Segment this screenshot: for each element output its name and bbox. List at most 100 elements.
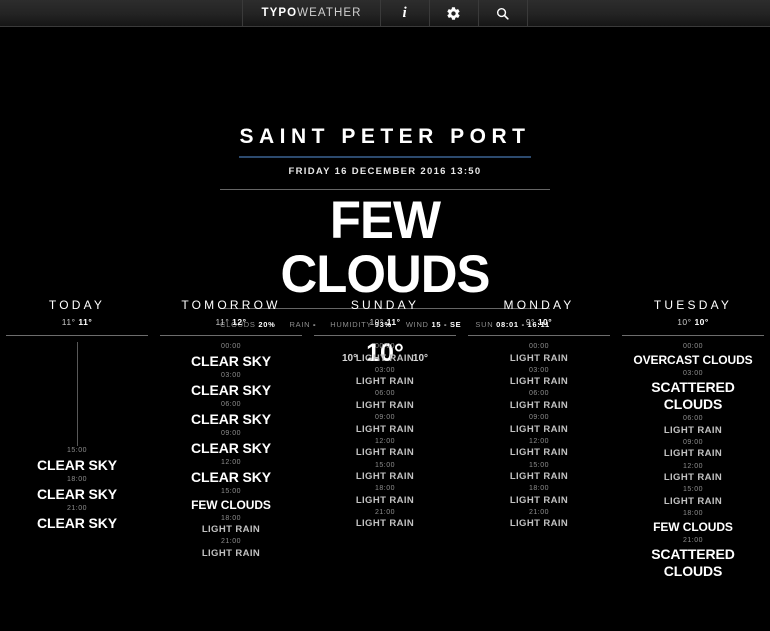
forecast-slot[interactable]: 00:00 LIGHT RAIN xyxy=(314,342,456,364)
forecast-slot-condition: CLEAR SKY xyxy=(191,381,271,398)
forecast-slot[interactable]: 09:00 LIGHT RAIN xyxy=(622,438,764,460)
forecast-day-temps: 10° 10° xyxy=(622,317,764,327)
forecast-slot[interactable]: 06:00 LIGHT RAIN xyxy=(314,389,456,411)
forecast-day-low: 9° xyxy=(525,317,535,327)
forecast-slot-time: 18:00 xyxy=(66,476,88,484)
forecast-slot[interactable]: 03:00 CLEAR SKY xyxy=(160,371,302,398)
forecast-slot-time: 12:00 xyxy=(682,462,704,470)
forecast-column-tomorrow[interactable]: TOMORROW 11° 12° 00:00 CLEAR SKY 03:00 CLEAR … xyxy=(154,298,308,581)
forecast-slot-condition: LIGHT RAIN xyxy=(355,352,415,364)
forecast-slot[interactable]: 15:00 LIGHT RAIN xyxy=(314,461,456,483)
forecast-slot-time: 12:00 xyxy=(374,437,396,445)
forecast-slot-condition: LIGHT RAIN xyxy=(355,518,415,530)
forecast-slot-time: 18:00 xyxy=(374,485,396,493)
forecast-day-name: TODAY xyxy=(48,298,106,312)
forecast-slot-condition: SCATTERED CLOUDS xyxy=(651,546,735,579)
forecast-slot[interactable]: 03:00 SCATTERED CLOUDS xyxy=(622,369,764,413)
forecast-slot-time: 12:00 xyxy=(220,459,242,467)
forecast-day-name: SUNDAY xyxy=(350,298,420,312)
forecast-day-high: 11° xyxy=(78,317,93,327)
forecast-slot[interactable]: 03:00 LIGHT RAIN xyxy=(314,366,456,388)
forecast-column-tuesday[interactable]: TUESDAY 10° 10° 00:00 OVERCAST CLOUDS 03:00 S… xyxy=(616,298,770,581)
forecast-slot-condition: LIGHT RAIN xyxy=(355,423,415,435)
forecast-slot-condition: LIGHT RAIN xyxy=(355,376,415,388)
forecast-column-today[interactable]: TODAY 11° 11° 15:00 CLEAR SKY 18:00 CLEAR SKY… xyxy=(0,298,154,581)
forecast-slot[interactable]: 03:00 LIGHT RAIN xyxy=(468,366,610,388)
forecast-slot[interactable]: 09:00 LIGHT RAIN xyxy=(468,413,610,435)
info-button[interactable]: i xyxy=(381,0,430,26)
forecast-slot-condition: OVERCAST CLOUDS xyxy=(633,352,753,367)
forecast-slot[interactable]: 09:00 CLEAR SKY xyxy=(160,429,302,456)
forecast-slot-time: 21:00 xyxy=(66,505,88,513)
forecast-slot-condition: LIGHT RAIN xyxy=(201,547,261,559)
current-condition: FEW CLOUDS xyxy=(280,191,490,305)
forecast-slot-time: 03:00 xyxy=(220,372,242,380)
forecast-slot[interactable]: 12:00 LIGHT RAIN xyxy=(314,437,456,459)
forecast-slot[interactable]: 18:00 LIGHT RAIN xyxy=(160,514,302,536)
forecast-slot[interactable]: 18:00 CLEAR SKY xyxy=(6,475,148,502)
forecast-column-divider xyxy=(160,335,302,336)
forecast-slot[interactable]: 00:00 OVERCAST CLOUDS xyxy=(622,342,764,367)
forecast-slot-condition: LIGHT RAIN xyxy=(355,494,415,506)
forecast-slot-condition: CLEAR SKY xyxy=(191,410,271,427)
app-logo[interactable]: TYPO WEATHER xyxy=(242,0,381,26)
forecast-slot[interactable]: 12:00 LIGHT RAIN xyxy=(468,437,610,459)
forecast-slot-time: 15:00 xyxy=(66,447,88,454)
forecast-slot-time: 15:00 xyxy=(220,488,242,496)
forecast-slot-condition: FEW CLOUDS xyxy=(653,519,733,534)
settings-button[interactable] xyxy=(430,0,479,26)
forecast-day-temps: 10° 11° xyxy=(314,317,456,327)
forecast-slot-time: 06:00 xyxy=(220,401,242,409)
forecast-day-low: 11° xyxy=(61,317,76,327)
forecast-slot-list: 15:00 CLEAR SKY 18:00 CLEAR SKY 21:00 CLEAR S… xyxy=(6,342,148,531)
forecast-column-sunday[interactable]: SUNDAY 10° 11° 00:00 LIGHT RAIN 03:00 LIGHT R… xyxy=(308,298,462,581)
forecast-slot-condition: CLEAR SKY xyxy=(191,468,271,485)
forecast-slot-condition: LIGHT RAIN xyxy=(355,447,415,459)
forecast-day-high: 12° xyxy=(232,317,247,327)
forecast-slot[interactable]: 06:00 CLEAR SKY xyxy=(160,400,302,427)
forecast-column-divider xyxy=(6,335,148,336)
forecast-slot-list: 00:00 CLEAR SKY 03:00 CLEAR SKY 06:00 CLEAR S… xyxy=(160,342,302,559)
forecast-slot[interactable]: 21:00 CLEAR SKY xyxy=(6,504,148,531)
forecast-slot[interactable]: 00:00 LIGHT RAIN xyxy=(468,342,610,364)
search-button[interactable] xyxy=(479,0,528,26)
forecast-slot[interactable]: 15:00 LIGHT RAIN xyxy=(622,485,764,507)
forecast-slot-time: 00:00 xyxy=(528,343,550,350)
forecast-slot-time: 00:00 xyxy=(374,343,396,350)
forecast-slot[interactable]: 15:00 FEW CLOUDS xyxy=(160,487,302,512)
forecast-slot[interactable]: 12:00 CLEAR SKY xyxy=(160,458,302,485)
gear-icon xyxy=(447,6,460,20)
forecast-slot[interactable]: 18:00 FEW CLOUDS xyxy=(622,509,764,534)
current-datetime: FRIDAY 16 DECEMBER 2016 13:50 xyxy=(288,166,482,177)
forecast-slot-time: 00:00 xyxy=(682,343,704,350)
forecast-day-name: TUESDAY xyxy=(653,298,733,312)
forecast-slot-time: 00:00 xyxy=(220,343,242,350)
forecast-slot-time: 06:00 xyxy=(374,390,396,398)
forecast-slot-condition: CLEAR SKY xyxy=(191,352,271,369)
forecast-slot[interactable]: 18:00 LIGHT RAIN xyxy=(468,484,610,506)
forecast-slot[interactable]: 06:00 LIGHT RAIN xyxy=(622,414,764,436)
forecast-slot[interactable]: 15:00 CLEAR SKY xyxy=(6,446,148,473)
forecast-slot-time: 09:00 xyxy=(528,414,550,422)
forecast-slot[interactable]: 21:00 LIGHT RAIN xyxy=(314,508,456,530)
forecast-slot-condition: LIGHT RAIN xyxy=(355,471,415,483)
forecast-slot[interactable]: 21:00 SCATTERED CLOUDS xyxy=(622,536,764,580)
forecast-slot-condition: LIGHT RAIN xyxy=(355,399,415,411)
forecast-slot-condition: LIGHT RAIN xyxy=(509,399,569,411)
forecast-column-monday[interactable]: MONDAY 9° 10° 00:00 LIGHT RAIN 03:00 LIGHT RA… xyxy=(462,298,616,581)
forecast-slot-condition: LIGHT RAIN xyxy=(509,423,569,435)
forecast-slot-time: 06:00 xyxy=(528,390,550,398)
forecast-slot-time: 09:00 xyxy=(220,430,242,438)
forecast-slot[interactable]: 06:00 LIGHT RAIN xyxy=(468,389,610,411)
forecast-slot[interactable]: 18:00 LIGHT RAIN xyxy=(314,484,456,506)
forecast-slot[interactable]: 09:00 LIGHT RAIN xyxy=(314,413,456,435)
forecast-slot[interactable]: 12:00 LIGHT RAIN xyxy=(622,462,764,484)
forecast-slot-condition: LIGHT RAIN xyxy=(663,448,723,460)
forecast-slot[interactable]: 00:00 CLEAR SKY xyxy=(160,342,302,369)
forecast-slot[interactable]: 21:00 LIGHT RAIN xyxy=(468,508,610,530)
forecast-slot[interactable]: 21:00 LIGHT RAIN xyxy=(160,537,302,559)
forecast-slot-time: 21:00 xyxy=(374,508,396,516)
forecast-slot[interactable]: 15:00 LIGHT RAIN xyxy=(468,461,610,483)
forecast-slot-condition: LIGHT RAIN xyxy=(201,524,261,536)
logo-text-light: WEATHER xyxy=(297,7,362,19)
